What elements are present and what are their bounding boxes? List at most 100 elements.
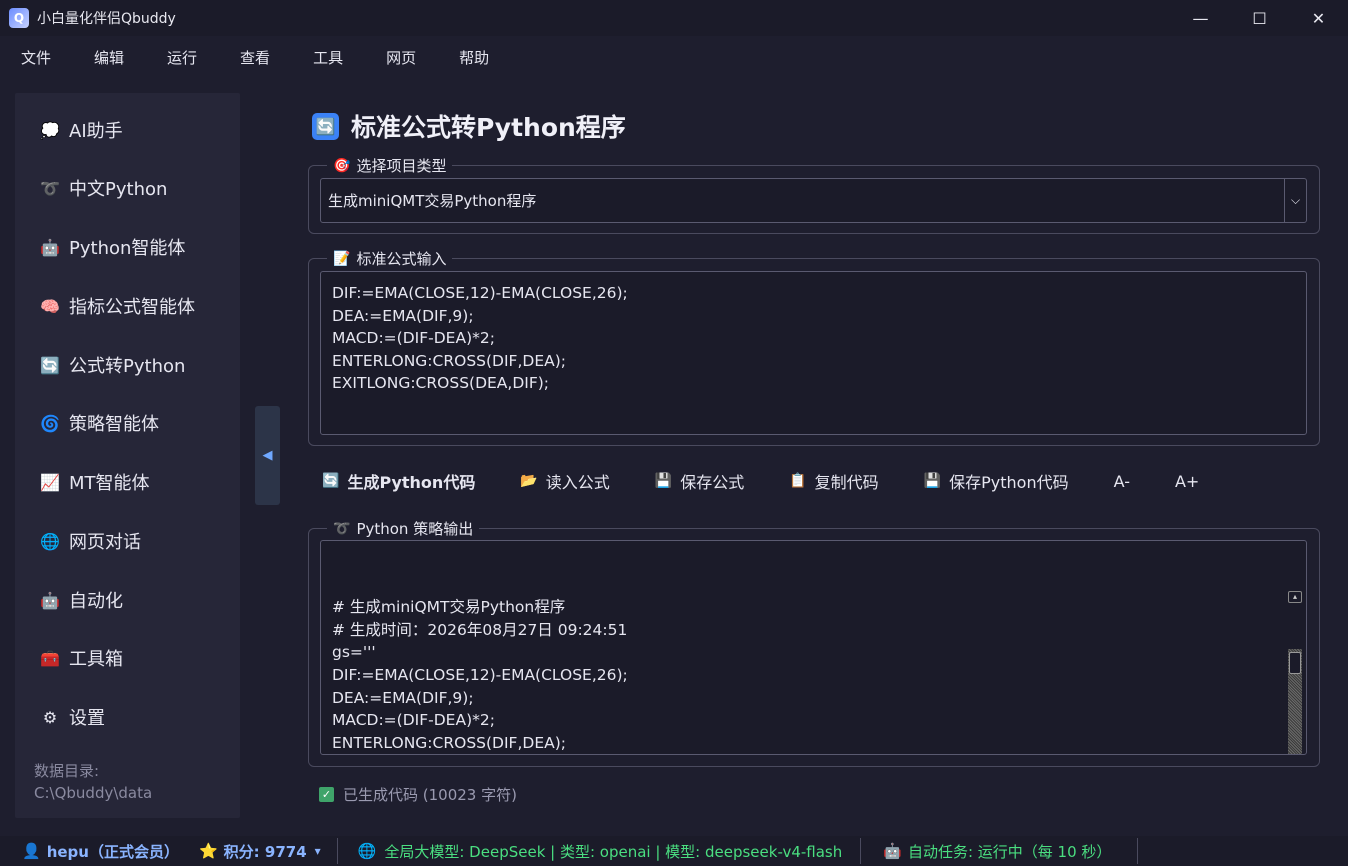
action-toolbar: 🔄 生成Python代码 📂 读入公式 💾 保存公式 📋 复制代码 💾 保存Py… (322, 466, 1244, 496)
project-type-select[interactable]: 生成miniQMT交易Python程序 ⌵ (320, 178, 1307, 223)
minimize-button[interactable]: — (1171, 0, 1230, 36)
loop-icon: ➰ (333, 520, 351, 537)
project-type-value: 生成miniQMT交易Python程序 (328, 192, 537, 210)
sidebar-collapse-button[interactable]: ◀ (255, 406, 280, 505)
generation-status: ✓ 已生成代码 (10023 字符) (319, 784, 517, 805)
model-status-text: 全局大模型: DeepSeek | 类型: openai | 模型: deeps… (384, 842, 843, 861)
chevron-left-icon: ◀ (262, 448, 273, 463)
folder-icon: 📂 (520, 473, 538, 489)
sidebar-item-ai-assistant[interactable]: 💭 AI助手 (39, 112, 123, 148)
sidebar-item-indicator-agent[interactable]: 🧠 指标公式智能体 (39, 288, 195, 324)
data-dir-path: C:\Qbuddy\data (34, 784, 153, 802)
points-value: 积分: 9774 (223, 842, 307, 861)
sidebar-item-settings[interactable]: ⚙ 设置 (39, 699, 105, 735)
font-decrease-button[interactable]: A- (1114, 472, 1130, 491)
auto-task-text: 自动任务: 运行中（每 10 秒） (907, 842, 1112, 861)
loop-icon: ➰ (40, 178, 60, 198)
python-output-text: # 生成miniQMT交易Python程序 # 生成时间：2026年08月27日… (332, 598, 628, 752)
font-increase-button[interactable]: A+ (1175, 472, 1199, 491)
status-divider (1137, 838, 1139, 864)
menu-web[interactable]: 网页 (386, 47, 416, 68)
python-output-group: ➰ Python 策略输出 # 生成miniQMT交易Python程序 # 生成… (308, 518, 1320, 767)
formula-input-editor[interactable]: DIF:=EMA(CLOSE,12)-EMA(CLOSE,26); DEA:=E… (320, 271, 1307, 435)
brain-icon: 🧠 (40, 296, 60, 316)
sidebar-item-label: 工具箱 (69, 649, 123, 670)
menu-run[interactable]: 运行 (167, 47, 197, 68)
copy-code-button[interactable]: 📋 复制代码 (789, 469, 878, 493)
refresh-icon: 🔄 (40, 355, 60, 375)
generate-python-label: 生成Python代码 (347, 473, 476, 492)
formula-input-legend-text: 标准公式输入 (356, 250, 447, 268)
scroll-up-arrow[interactable]: ▴ (1288, 591, 1302, 604)
formula-input-legend: 📝 标准公式输入 (327, 248, 453, 269)
globe-icon: 🌐 (40, 531, 60, 551)
save-formula-button[interactable]: 💾 保存公式 (655, 469, 744, 493)
page-title-text: 标准公式转Python程序 (351, 113, 626, 142)
sidebar-item-label: MT智能体 (69, 473, 150, 494)
robot-icon: 🤖 (40, 590, 60, 610)
check-icon: ✓ (319, 787, 334, 802)
status-bar: 👤 hepu（正式会员） ⭐ 积分: 9774 ▾ 🌐 全局大模型: DeepS… (0, 836, 1348, 866)
app-logo-icon: Q (9, 8, 29, 28)
points-dropdown[interactable]: ⭐ 积分: 9774 ▾ (199, 836, 321, 866)
scroll-track[interactable] (1288, 649, 1302, 754)
menu-bar: 文件 编辑 运行 查看 工具 网页 帮助 (0, 36, 1348, 78)
menu-help[interactable]: 帮助 (459, 47, 489, 68)
sidebar-item-strategy-agent[interactable]: 🌀 策略智能体 (39, 405, 159, 441)
sidebar-item-label: 网页对话 (69, 532, 141, 553)
python-output-editor[interactable]: # 生成miniQMT交易Python程序 # 生成时间：2026年08月27日… (320, 540, 1307, 755)
data-directory: 数据目录: C:\Qbuddy\data (34, 760, 152, 804)
generation-status-text: 已生成代码 (10023 字符) (343, 786, 517, 804)
python-output-legend: ➰ Python 策略输出 (327, 518, 480, 539)
read-formula-label: 读入公式 (545, 473, 610, 492)
sidebar-item-chinese-python[interactable]: ➰ 中文Python (39, 170, 167, 206)
star-icon: ⭐ (198, 842, 218, 860)
sidebar-item-formula-to-python[interactable]: 🔄 公式转Python (39, 347, 185, 383)
sidebar: 💭 AI助手 ➰ 中文Python 🤖 Python智能体 🧠 指标公式智能体 … (15, 93, 240, 818)
user-icon: 👤 (22, 842, 41, 860)
menu-tools[interactable]: 工具 (313, 47, 343, 68)
status-divider (860, 838, 862, 864)
refresh-icon: 🔄 (312, 112, 339, 140)
sidebar-item-label: 设置 (69, 708, 105, 729)
generate-python-button[interactable]: 🔄 生成Python代码 (322, 469, 475, 493)
chart-increasing-icon: 📈 (40, 472, 60, 492)
robot-icon: 🤖 (40, 237, 60, 257)
maximize-button[interactable]: ☐ (1230, 0, 1289, 36)
sidebar-item-web-chat[interactable]: 🌐 网页对话 (39, 523, 141, 559)
save-python-button[interactable]: 💾 保存Python代码 (924, 469, 1069, 493)
sidebar-item-label: 策略智能体 (69, 414, 159, 435)
copy-code-label: 复制代码 (814, 473, 879, 492)
read-formula-button[interactable]: 📂 读入公式 (520, 469, 609, 493)
user-account[interactable]: 👤 hepu（正式会员） (22, 836, 179, 866)
chevron-down-icon: ▾ (314, 844, 321, 858)
memo-icon: 📝 (333, 250, 351, 267)
sidebar-item-label: 指标公式智能体 (69, 297, 195, 318)
refresh-icon: 🔄 (322, 473, 340, 489)
scroll-thumb[interactable] (1289, 652, 1301, 675)
sidebar-item-python-agent[interactable]: 🤖 Python智能体 (39, 229, 185, 265)
clipboard-icon: 📋 (789, 473, 807, 489)
output-scrollbar[interactable]: ▴ ▾ (1288, 546, 1302, 754)
thought-bubble-icon: 💭 (40, 120, 60, 140)
model-status: 🌐 全局大模型: DeepSeek | 类型: openai | 模型: dee… (358, 836, 843, 866)
project-type-legend-text: 选择项目类型 (356, 157, 447, 175)
auto-task-status: 🤖 自动任务: 运行中（每 10 秒） (883, 836, 1111, 866)
menu-view[interactable]: 查看 (240, 47, 270, 68)
chevron-down-icon[interactable]: ⌵ (1284, 179, 1306, 222)
menu-edit[interactable]: 编辑 (94, 47, 124, 68)
save-python-label: 保存Python代码 (949, 473, 1069, 492)
menu-file[interactable]: 文件 (21, 47, 51, 68)
sidebar-item-automation[interactable]: 🤖 自动化 (39, 582, 123, 618)
sidebar-item-mt-agent[interactable]: 📈 MT智能体 (39, 464, 150, 500)
target-icon: 🎯 (333, 157, 351, 174)
sidebar-item-toolbox[interactable]: 🧰 工具箱 (39, 640, 123, 676)
project-type-group: 🎯 选择项目类型 生成miniQMT交易Python程序 ⌵ (308, 155, 1320, 234)
globe-icon: 🌐 (357, 842, 377, 860)
user-name: hepu（正式会员） (46, 842, 179, 861)
status-divider (336, 838, 338, 864)
python-output-legend-text: Python 策略输出 (356, 520, 474, 538)
sidebar-item-label: AI助手 (69, 121, 123, 142)
close-button[interactable]: ✕ (1289, 0, 1348, 36)
robot-icon: 🤖 (883, 842, 902, 860)
